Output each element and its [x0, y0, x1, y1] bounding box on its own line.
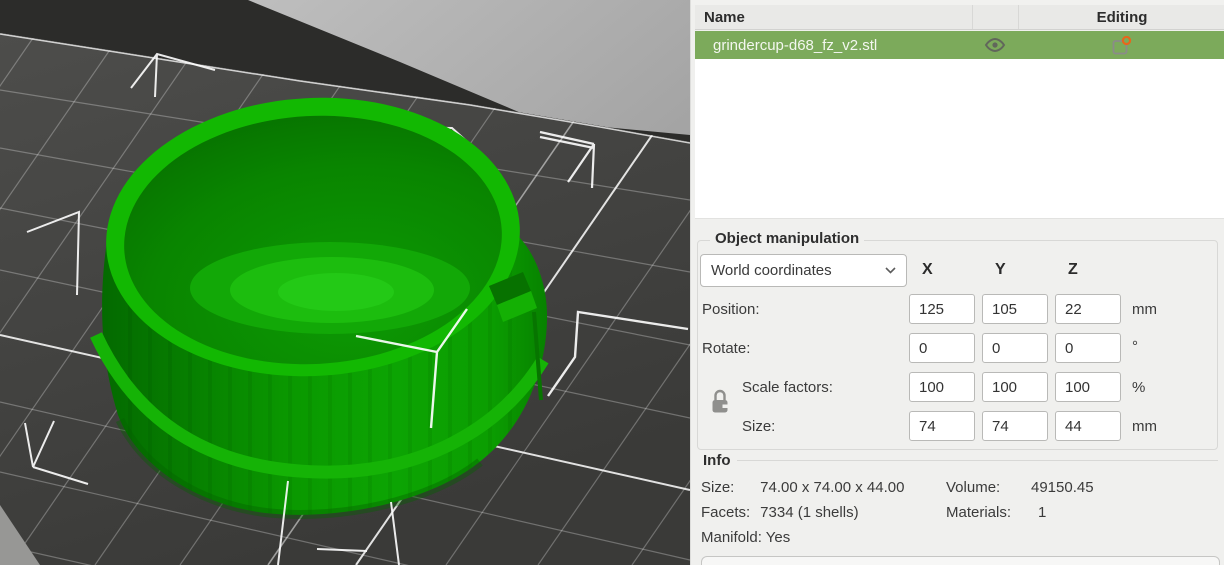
cup-floor-highlight: [278, 273, 394, 311]
next-panel-partial: [701, 556, 1220, 565]
object-list-empty-area[interactable]: [695, 59, 1224, 219]
info-size-value: 74.00 x 74.00 x 44.00: [760, 479, 905, 496]
uniform-scale-lock[interactable]: [711, 389, 729, 420]
rotate-z-input[interactable]: [1055, 333, 1121, 363]
scale-z-input[interactable]: [1055, 372, 1121, 402]
info-materials-label: Materials:: [946, 504, 1012, 521]
info-section-header: Info: [697, 452, 1218, 469]
lock-icon: [712, 389, 728, 413]
slicer-window: Name Editing grindercup-d68_fz_v2.stl Ob…: [0, 0, 1224, 565]
scale-x-input[interactable]: [909, 372, 975, 402]
column-header-name: Name: [695, 5, 972, 29]
rotate-label: Rotate:: [702, 340, 751, 357]
rotate-x-input[interactable]: [909, 333, 975, 363]
object-manipulation-group: Object manipulation World coordinates X …: [697, 230, 1218, 450]
object-name: grindercup-d68_fz_v2.stl: [713, 36, 878, 54]
info-row-facets: Facets: 7334 (1 shells) Materials: 1: [701, 504, 1221, 521]
coordinate-system-select[interactable]: World coordinates: [700, 254, 907, 287]
axis-header-x: X: [922, 261, 933, 278]
axis-header-y: Y: [995, 261, 1006, 278]
chevron-down-icon: [885, 267, 896, 274]
eye-icon: [984, 38, 1006, 52]
position-x-input[interactable]: [909, 294, 975, 324]
info-volume-value: 49150.45: [1031, 479, 1094, 496]
scale-y-input[interactable]: [982, 372, 1048, 402]
name-column-label: Name: [704, 8, 745, 26]
info-materials-value: 1: [1038, 504, 1047, 521]
object-manipulation-title: Object manipulation: [710, 230, 865, 247]
size-unit: mm: [1132, 418, 1157, 435]
object-list-row-selected[interactable]: grindercup-d68_fz_v2.stl: [695, 31, 1224, 59]
info-divider: [736, 460, 1218, 461]
3d-viewport[interactable]: [0, 0, 690, 565]
column-header-editing: Editing: [1018, 5, 1224, 29]
scale-unit: %: [1132, 379, 1146, 396]
info-volume-label: Volume:: [946, 479, 1001, 496]
size-label: Size:: [742, 418, 776, 435]
info-manifold-label: Manifold:: [701, 529, 762, 546]
coordinate-system-value: World coordinates: [711, 262, 832, 279]
position-y-input[interactable]: [982, 294, 1048, 324]
layer-editing-toggle[interactable]: [1018, 35, 1224, 55]
info-size-label: Size:: [701, 479, 735, 496]
info-title: Info: [703, 452, 731, 469]
info-manifold-value: Yes: [765, 529, 791, 546]
size-x-input[interactable]: [909, 411, 975, 441]
position-z-input[interactable]: [1055, 294, 1121, 324]
layer-edit-icon: [1112, 35, 1131, 54]
info-row-manifold: Manifold: Yes: [701, 529, 1221, 546]
editing-column-label: Editing: [1096, 8, 1148, 26]
visibility-toggle[interactable]: [972, 38, 1018, 52]
model-grindercup[interactable]: [90, 87, 549, 520]
object-list-header: Name Editing: [695, 5, 1224, 30]
3d-scene[interactable]: [0, 0, 690, 565]
rotate-unit: °: [1132, 338, 1138, 355]
info-row-size: Size: 74.00 x 74.00 x 44.00 Volume: 4915…: [701, 479, 1221, 496]
position-unit: mm: [1132, 301, 1157, 318]
size-z-input[interactable]: [1055, 411, 1121, 441]
size-y-input[interactable]: [982, 411, 1048, 441]
position-label: Position:: [702, 301, 760, 318]
info-facets-value: 7334 (1 shells): [760, 504, 859, 521]
column-header-visibility: [972, 5, 1018, 29]
scale-label: Scale factors:: [742, 379, 833, 396]
right-sidebar: Name Editing grindercup-d68_fz_v2.stl Ob…: [690, 0, 1224, 565]
axis-header-z: Z: [1068, 261, 1078, 278]
info-facets-label: Facets:: [701, 504, 751, 521]
rotate-y-input[interactable]: [982, 333, 1048, 363]
